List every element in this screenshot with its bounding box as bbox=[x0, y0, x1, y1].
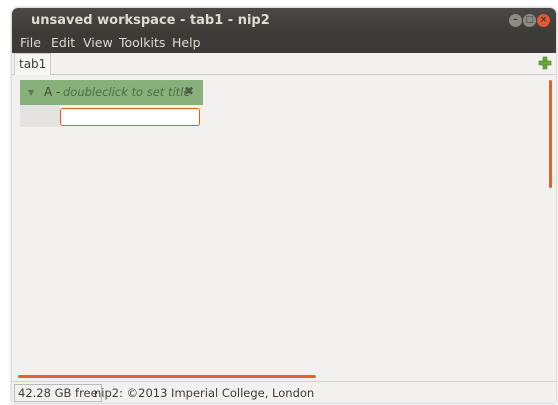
status-message: nip2: ©2013 Imperial College, London bbox=[94, 386, 315, 400]
minimize-button[interactable]: – bbox=[509, 14, 522, 27]
horizontal-scrollbar[interactable] bbox=[18, 375, 316, 378]
status-bar: 42.28 GB free nip2: ©2013 Imperial Colle… bbox=[12, 381, 556, 403]
close-window-button[interactable]: × bbox=[537, 14, 550, 27]
menu-help[interactable]: Help bbox=[172, 35, 201, 50]
window-title: unsaved workspace - tab1 - nip2 bbox=[31, 13, 270, 28]
menu-bar: File Edit View Toolkits Help bbox=[12, 33, 556, 53]
column-title-hint[interactable]: doubleclick to set title bbox=[63, 85, 190, 99]
menu-view[interactable]: View bbox=[83, 35, 113, 50]
column-header[interactable]: ▼ A - doubleclick to set title ✖ bbox=[20, 80, 203, 105]
formula-input[interactable] bbox=[60, 108, 200, 126]
vertical-scrollbar[interactable] bbox=[549, 80, 552, 188]
workspace-canvas[interactable]: ▼ A - doubleclick to set title ✖ bbox=[16, 75, 554, 381]
title-bar[interactable]: unsaved workspace - tab1 - nip2 – □ × bbox=[12, 8, 556, 33]
menu-file[interactable]: File bbox=[20, 35, 41, 50]
column-body bbox=[20, 105, 60, 127]
tab-tab1[interactable]: tab1 bbox=[14, 53, 52, 75]
triangle-down-icon[interactable]: ▼ bbox=[28, 88, 34, 97]
free-space-indicator: 42.28 GB free bbox=[14, 384, 102, 402]
menu-toolkits[interactable]: Toolkits bbox=[119, 35, 165, 50]
app-window: unsaved workspace - tab1 - nip2 – □ × Fi… bbox=[12, 8, 556, 403]
plus-icon[interactable] bbox=[538, 56, 552, 70]
menu-edit[interactable]: Edit bbox=[51, 35, 75, 50]
tab-strip: tab1 bbox=[12, 53, 556, 75]
column-name: A - bbox=[44, 85, 61, 99]
maximize-button[interactable]: □ bbox=[523, 14, 536, 27]
close-x-icon[interactable]: ✖ bbox=[184, 84, 194, 98]
